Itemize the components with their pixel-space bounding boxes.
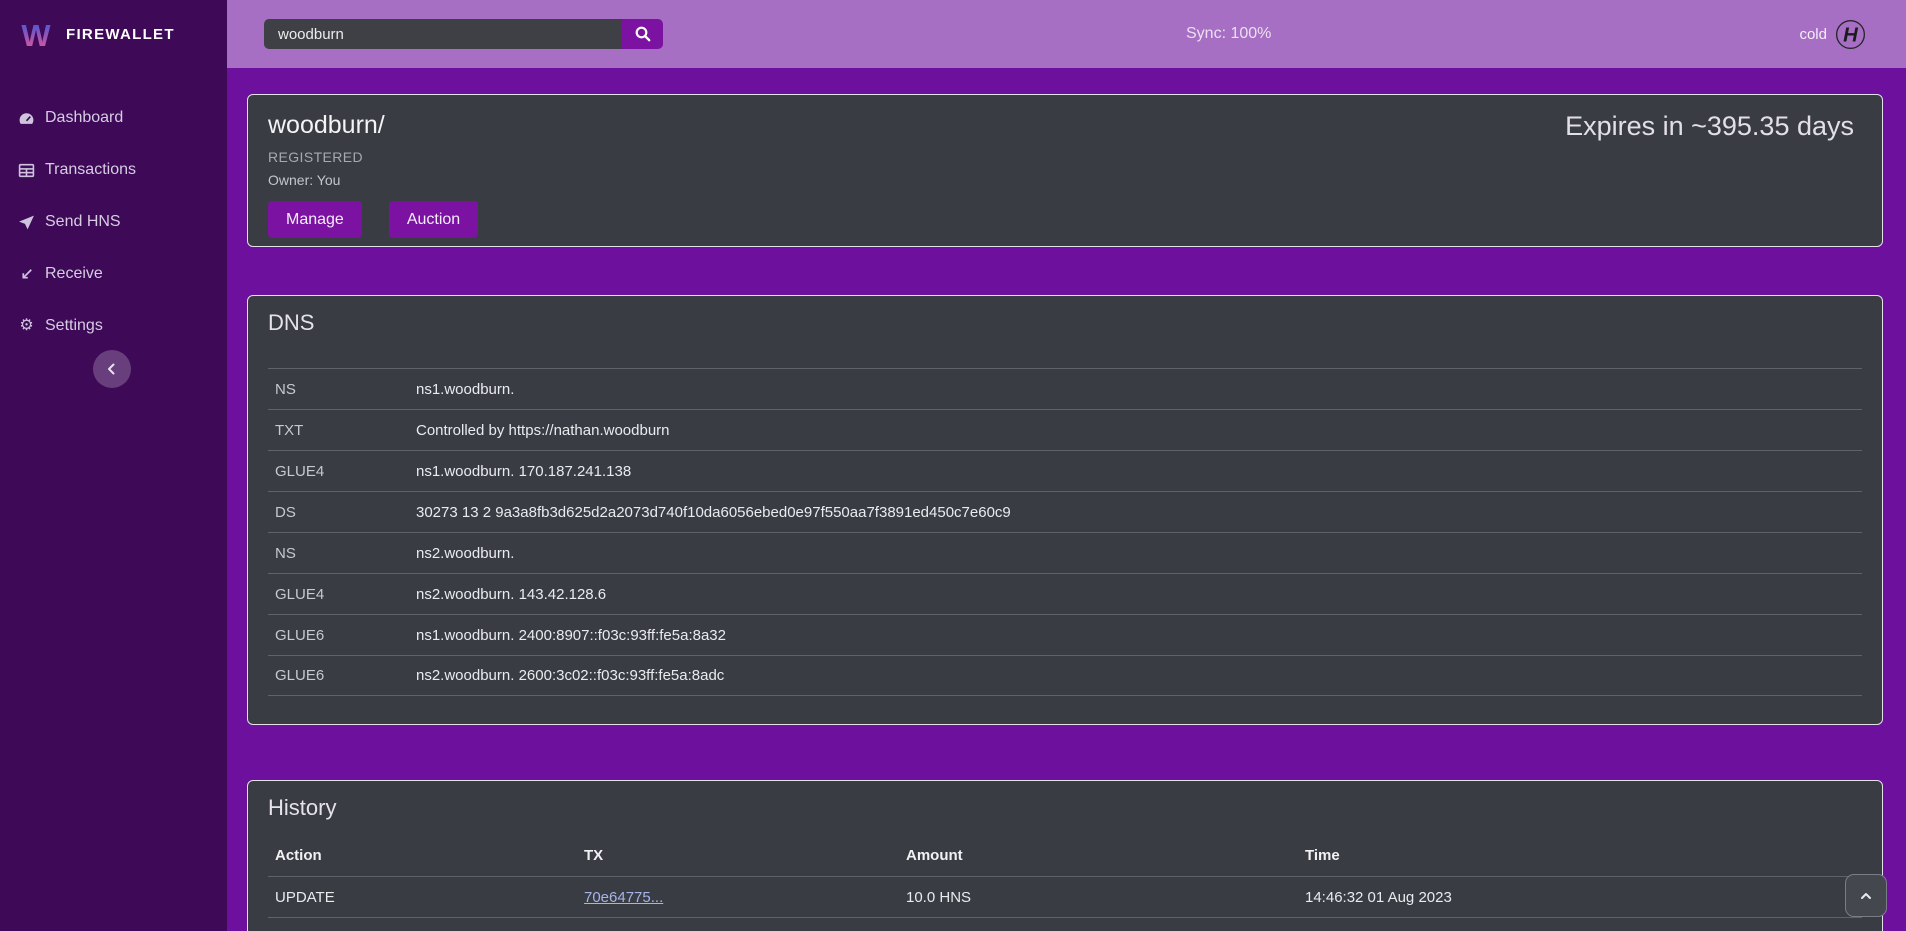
search-input[interactable] bbox=[264, 19, 622, 49]
sidebar-nav: Dashboard Transactions Send HNS Receive … bbox=[0, 92, 227, 352]
dns-record-value: ns2.woodburn. bbox=[416, 545, 514, 562]
sidebar-item-label: Receive bbox=[45, 265, 103, 283]
dns-record-type: NS bbox=[275, 545, 416, 562]
scroll-to-top-button[interactable] bbox=[1845, 874, 1887, 917]
search-icon bbox=[634, 25, 652, 43]
expires-text: Expires in ~395.35 days bbox=[1565, 111, 1854, 142]
dashboard-icon bbox=[18, 110, 35, 127]
sync-status: Sync: 100% bbox=[1186, 0, 1271, 68]
tx-link[interactable]: 70e64775... bbox=[584, 889, 663, 906]
domain-card: woodburn/ REGISTERED Owner: You Manage A… bbox=[247, 94, 1883, 247]
dns-record-type: GLUE4 bbox=[275, 463, 416, 480]
dns-record-type: TXT bbox=[275, 422, 416, 439]
search-button[interactable] bbox=[622, 19, 663, 49]
dns-record-type: GLUE6 bbox=[275, 627, 416, 644]
dns-record-type: DS bbox=[275, 504, 416, 521]
dns-record-type: GLUE4 bbox=[275, 586, 416, 603]
main-content: woodburn/ REGISTERED Owner: You Manage A… bbox=[227, 68, 1906, 931]
sidebar: W FIREWALLET Dashboard Transactions Send… bbox=[0, 0, 227, 931]
firewallet-logo-icon: W bbox=[16, 15, 56, 53]
history-title: History bbox=[268, 795, 1862, 821]
history-col-amount: Amount bbox=[906, 847, 1305, 864]
history-row: RENEW 45f8c2a... 10.0 HNS 15:45:36 07 Ju… bbox=[268, 917, 1862, 931]
table-icon bbox=[18, 162, 35, 179]
dns-record-value: ns2.woodburn. 143.42.128.6 bbox=[416, 586, 606, 603]
dns-title: DNS bbox=[268, 310, 1862, 336]
history-col-time: Time bbox=[1305, 847, 1862, 864]
history-amount: 10.0 HNS bbox=[906, 889, 1305, 906]
history-row: UPDATE 70e64775... 10.0 HNS 14:46:32 01 … bbox=[268, 876, 1862, 917]
history-action: UPDATE bbox=[275, 889, 584, 906]
svg-text:W: W bbox=[21, 18, 51, 53]
dns-record-row: GLUE6 ns1.woodburn. 2400:8907::f03c:93ff… bbox=[268, 614, 1862, 655]
dns-record-type: NS bbox=[275, 381, 416, 398]
sidebar-item-label: Dashboard bbox=[45, 109, 123, 127]
gear-icon: ⚙ bbox=[18, 318, 35, 335]
manage-button[interactable]: Manage bbox=[268, 201, 362, 238]
handshake-logo-icon: H bbox=[1835, 19, 1866, 50]
chevron-left-icon bbox=[103, 360, 121, 378]
dns-record-row: GLUE4 ns2.woodburn. 143.42.128.6 bbox=[268, 573, 1862, 614]
dns-record-row: NS ns2.woodburn. bbox=[268, 532, 1862, 573]
dns-record-row: DS 30273 13 2 9a3a8fb3d625d2a2073d740f10… bbox=[268, 491, 1862, 532]
sidebar-collapse-button[interactable] bbox=[93, 350, 131, 388]
auction-button[interactable]: Auction bbox=[389, 201, 478, 238]
sidebar-item-send-hns[interactable]: Send HNS bbox=[0, 196, 227, 248]
dns-card: DNS NS ns1.woodburn. TXT Controlled by h… bbox=[247, 295, 1883, 725]
brand-name: FIREWALLET bbox=[66, 26, 175, 43]
dns-table: NS ns1.woodburn. TXT Controlled by https… bbox=[268, 368, 1862, 696]
history-time: 14:46:32 01 Aug 2023 bbox=[1305, 889, 1862, 906]
domain-actions: Manage Auction bbox=[268, 201, 1862, 238]
sidebar-item-dashboard[interactable]: Dashboard bbox=[0, 92, 227, 144]
receive-arrow-icon bbox=[18, 266, 35, 283]
app-logo: W FIREWALLET bbox=[0, 0, 227, 68]
dns-record-row: GLUE6 ns2.woodburn. 2600:3c02::f03c:93ff… bbox=[268, 655, 1862, 696]
dns-record-value: Controlled by https://nathan.woodburn bbox=[416, 422, 670, 439]
domain-owner: Owner: You bbox=[268, 172, 1862, 188]
wallet-name: cold bbox=[1799, 26, 1827, 43]
svg-text:H: H bbox=[1843, 24, 1859, 46]
send-icon bbox=[18, 214, 35, 231]
dns-record-value: ns1.woodburn. 2400:8907::f03c:93ff:fe5a:… bbox=[416, 627, 726, 644]
history-table: Action TX Amount Time UPDATE 70e64775...… bbox=[268, 835, 1862, 931]
search-group bbox=[264, 19, 663, 49]
sidebar-item-label: Send HNS bbox=[45, 213, 121, 231]
domain-status: REGISTERED bbox=[268, 149, 1862, 165]
dns-record-row: TXT Controlled by https://nathan.woodbur… bbox=[268, 409, 1862, 450]
sidebar-item-transactions[interactable]: Transactions bbox=[0, 144, 227, 196]
dns-record-value: ns2.woodburn. 2600:3c02::f03c:93ff:fe5a:… bbox=[416, 667, 724, 684]
dns-record-type: GLUE6 bbox=[275, 667, 416, 684]
dns-record-value: 30273 13 2 9a3a8fb3d625d2a2073d740f10da6… bbox=[416, 504, 1011, 521]
history-col-action: Action bbox=[275, 847, 584, 864]
history-card: History Action TX Amount Time UPDATE 70e… bbox=[247, 780, 1883, 931]
history-col-tx: TX bbox=[584, 847, 906, 864]
history-header-row: Action TX Amount Time bbox=[268, 835, 1862, 876]
dns-record-row: GLUE4 ns1.woodburn. 170.187.241.138 bbox=[268, 450, 1862, 491]
chevron-up-icon bbox=[1859, 889, 1873, 903]
sidebar-item-label: Transactions bbox=[45, 161, 136, 179]
sidebar-item-receive[interactable]: Receive bbox=[0, 248, 227, 300]
dns-record-value: ns1.woodburn. 170.187.241.138 bbox=[416, 463, 631, 480]
dns-record-row: NS ns1.woodburn. bbox=[268, 368, 1862, 409]
sidebar-item-settings[interactable]: ⚙ Settings bbox=[0, 300, 227, 352]
topbar: Sync: 100% cold H bbox=[227, 0, 1906, 68]
wallet-selector[interactable]: cold H bbox=[1799, 0, 1866, 68]
sidebar-item-label: Settings bbox=[45, 317, 103, 335]
dns-record-value: ns1.woodburn. bbox=[416, 381, 514, 398]
